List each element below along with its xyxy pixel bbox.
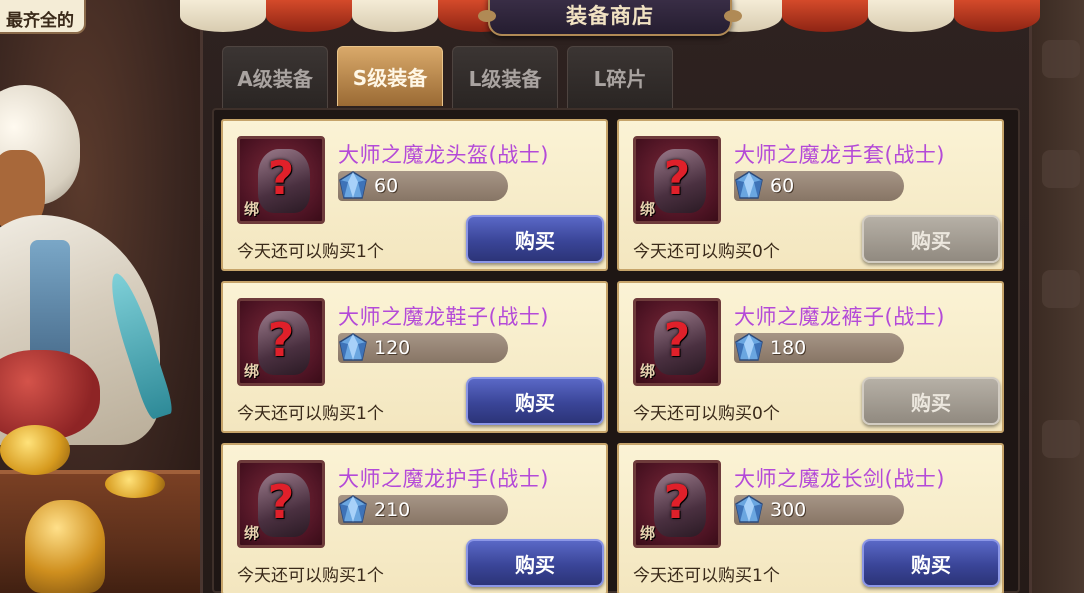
crystal-gem-icon	[338, 170, 368, 202]
tab-l-grade[interactable]: L级装备	[452, 46, 558, 108]
crystal-gem-icon	[734, 494, 764, 526]
purchase-limit: 今天还可以购买1个	[633, 566, 780, 586]
buy-button[interactable]: 购买	[466, 539, 604, 587]
bound-label: 绑	[640, 362, 656, 380]
tab-s-grade[interactable]: S级装备	[337, 46, 443, 106]
purchase-limit: 今天还可以购买1个	[237, 404, 384, 424]
gold-coins-pile	[0, 425, 70, 475]
item-price: 60	[770, 175, 795, 197]
shop-item-card: ? 绑大师之魔龙鞋子(战士) 120 今天还可以购买1个 购买	[221, 281, 608, 433]
item-price: 60	[374, 175, 399, 197]
speech-bubble: 最齐全的	[0, 0, 86, 34]
price-bar: 60	[734, 171, 904, 201]
question-mark-icon: ?	[267, 475, 295, 529]
buy-button[interactable]: 购买	[466, 377, 604, 425]
tab-l-fragments[interactable]: L碎片	[567, 46, 673, 108]
bound-label: 绑	[244, 524, 260, 542]
item-thumbnail[interactable]: ? 绑	[237, 460, 325, 548]
bound-label: 绑	[640, 524, 656, 542]
item-name: 大师之魔龙护手(战士)	[338, 467, 549, 491]
question-mark-icon: ?	[663, 475, 691, 529]
price-bar: 120	[338, 333, 508, 363]
crystal-gem-icon	[734, 170, 764, 202]
item-thumbnail[interactable]: ? 绑	[633, 460, 721, 548]
question-mark-icon: ?	[267, 313, 295, 367]
buy-button[interactable]: 购买	[862, 215, 1000, 263]
shop-item-card: ? 绑大师之魔龙护手(战士) 210 今天还可以购买1个 购买	[221, 443, 608, 593]
purchase-limit: 今天还可以购买0个	[633, 242, 780, 262]
question-mark-icon: ?	[663, 313, 691, 367]
price-bar: 300	[734, 495, 904, 525]
item-thumbnail[interactable]: ? 绑	[633, 298, 721, 386]
crystal-gem-icon	[338, 494, 368, 526]
question-mark-icon: ?	[663, 151, 691, 205]
right-backdrop	[1032, 0, 1084, 593]
crystal-gem-icon	[338, 332, 368, 364]
golden-teapot	[25, 500, 105, 593]
tab-a-grade[interactable]: A级装备	[222, 46, 328, 108]
shop-item-card: ? 绑大师之魔龙头盔(战士) 60 今天还可以购买1个 购买	[221, 119, 608, 271]
item-price: 120	[374, 337, 411, 359]
bound-label: 绑	[640, 200, 656, 218]
item-thumbnail[interactable]: ? 绑	[237, 136, 325, 224]
price-bar: 180	[734, 333, 904, 363]
item-thumbnail[interactable]: ? 绑	[633, 136, 721, 224]
item-name: 大师之魔龙头盔(战士)	[338, 143, 549, 167]
shop-item-card: ? 绑大师之魔龙裤子(战士) 180 今天还可以购买0个 购买	[617, 281, 1004, 433]
item-name: 大师之魔龙裤子(战士)	[734, 305, 945, 329]
crystal-gem-icon	[734, 332, 764, 364]
item-price: 210	[374, 499, 411, 521]
gold-coins-small	[105, 470, 165, 498]
shop-item-card: ? 绑大师之魔龙手套(战士) 60 今天还可以购买0个 购买	[617, 119, 1004, 271]
item-name: 大师之魔龙鞋子(战士)	[338, 305, 549, 329]
category-tabs: A级装备 S级装备 L级装备 L碎片	[222, 46, 673, 108]
purchase-limit: 今天还可以购买0个	[633, 404, 780, 424]
item-price: 180	[770, 337, 807, 359]
price-bar: 60	[338, 171, 508, 201]
item-price: 300	[770, 499, 807, 521]
item-name: 大师之魔龙手套(战士)	[734, 143, 945, 167]
purchase-limit: 今天还可以购买1个	[237, 566, 384, 586]
merchant-illustration	[0, 0, 205, 593]
item-name: 大师之魔龙长剑(战士)	[734, 467, 945, 491]
merchant-vest	[30, 240, 70, 360]
item-thumbnail[interactable]: ? 绑	[237, 298, 325, 386]
purchase-limit: 今天还可以购买1个	[237, 242, 384, 262]
shop-item-card: ? 绑大师之魔龙长剑(战士) 300 今天还可以购买1个 购买	[617, 443, 1004, 593]
question-mark-icon: ?	[267, 151, 295, 205]
bound-label: 绑	[244, 200, 260, 218]
buy-button[interactable]: 购买	[862, 539, 1000, 587]
price-bar: 210	[338, 495, 508, 525]
buy-button[interactable]: 购买	[862, 377, 1000, 425]
shop-title: 装备商店	[478, 0, 742, 36]
bound-label: 绑	[244, 362, 260, 380]
buy-button[interactable]: 购买	[466, 215, 604, 263]
